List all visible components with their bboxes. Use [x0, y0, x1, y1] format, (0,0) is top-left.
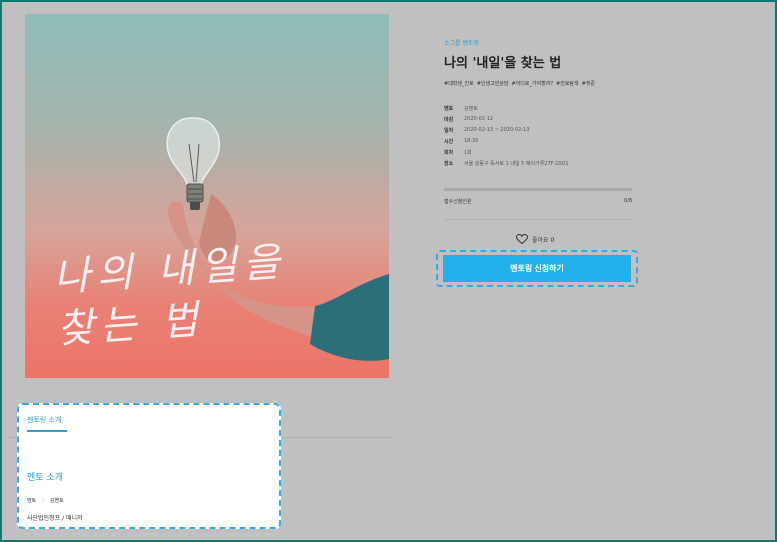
- info-key: 시간: [444, 139, 454, 145]
- like-label: 좋아요 0: [532, 236, 555, 244]
- mentor-key: 멘토: [27, 498, 37, 504]
- info-row-mentor: 멘토 김멘토: [444, 105, 569, 116]
- apply-mentoring-button[interactable]: 멘토링 신청하기: [443, 255, 631, 282]
- info-key: 일자: [444, 128, 454, 134]
- category-label: 소그룹 멘토링: [444, 40, 480, 47]
- tab-active-indicator: [27, 430, 67, 432]
- info-key: 장소: [444, 161, 454, 167]
- mentor-line: 멘토 | 김멘토: [27, 497, 64, 504]
- info-value: 김멘토: [464, 106, 478, 112]
- info-key: 마감: [444, 117, 454, 123]
- info-key: 멘토: [444, 106, 454, 112]
- info-value: 서울 성동구 독서로 1 내일 5 에이가루27F G501: [464, 161, 569, 167]
- info-value: 18:30: [464, 138, 479, 144]
- apply-label: 접수신청인원: [444, 199, 472, 205]
- info-key: 회차: [444, 150, 454, 156]
- tag[interactable]: #인생고민상담: [477, 80, 509, 87]
- apply-progress-bar: [444, 188, 632, 191]
- mentoring-poster: 나의 내일을 찾는 법: [25, 14, 389, 378]
- info-row-date: 일자 2020-02-13 ~ 2020-02-13: [444, 127, 569, 138]
- apply-count: 0/8: [623, 198, 632, 204]
- tab-mentoring-intro[interactable]: 멘토링 소개: [27, 415, 61, 425]
- tag-list: #대학생_진로 #인생고민상담 #어디로_가야할까? #진로탐색 #취준: [444, 80, 595, 87]
- tag[interactable]: #대학생_진로: [444, 80, 474, 87]
- info-row-session: 회차 1회: [444, 149, 569, 160]
- apply-count-row: 접수신청인원 0/8: [444, 198, 632, 205]
- mentor-company: 사단법인청프 / 매니저: [27, 515, 83, 522]
- mentoring-intro-card: 멘토링 소개 멘토 소개 멘토 | 김멘토 사단법인청프 / 매니저: [17, 403, 281, 529]
- info-value: 2020-02-12: [464, 116, 494, 122]
- tag[interactable]: #진로탐색: [556, 80, 579, 87]
- info-value: 2020-02-13 ~ 2020-02-13: [464, 127, 530, 133]
- poster-handwriting: 나의 내일을 찾는 법: [51, 239, 288, 353]
- separator: |: [42, 497, 44, 503]
- info-row-deadline: 마감 2020-02-12: [444, 116, 569, 127]
- heart-icon: [516, 234, 528, 244]
- mentor-name: 김멘토: [49, 498, 64, 504]
- info-table: 멘토 김멘토 마감 2020-02-12 일자 2020-02-13 ~ 202…: [444, 105, 569, 171]
- info-row-time: 시간 18:30: [444, 138, 569, 149]
- tag[interactable]: #취준: [582, 80, 595, 87]
- details-divider: [444, 219, 632, 220]
- like-button[interactable]: 좋아요 0: [516, 234, 554, 244]
- info-value: 1회: [464, 150, 472, 156]
- mentor-intro-title: 멘토 소개: [27, 473, 63, 483]
- program-title: 나의 '내일'을 찾는 법: [444, 56, 562, 71]
- tag[interactable]: #어디로_가야할까?: [512, 80, 554, 87]
- info-row-place: 장소 서울 성동구 독서로 1 내일 5 에이가루27F G501: [444, 160, 569, 171]
